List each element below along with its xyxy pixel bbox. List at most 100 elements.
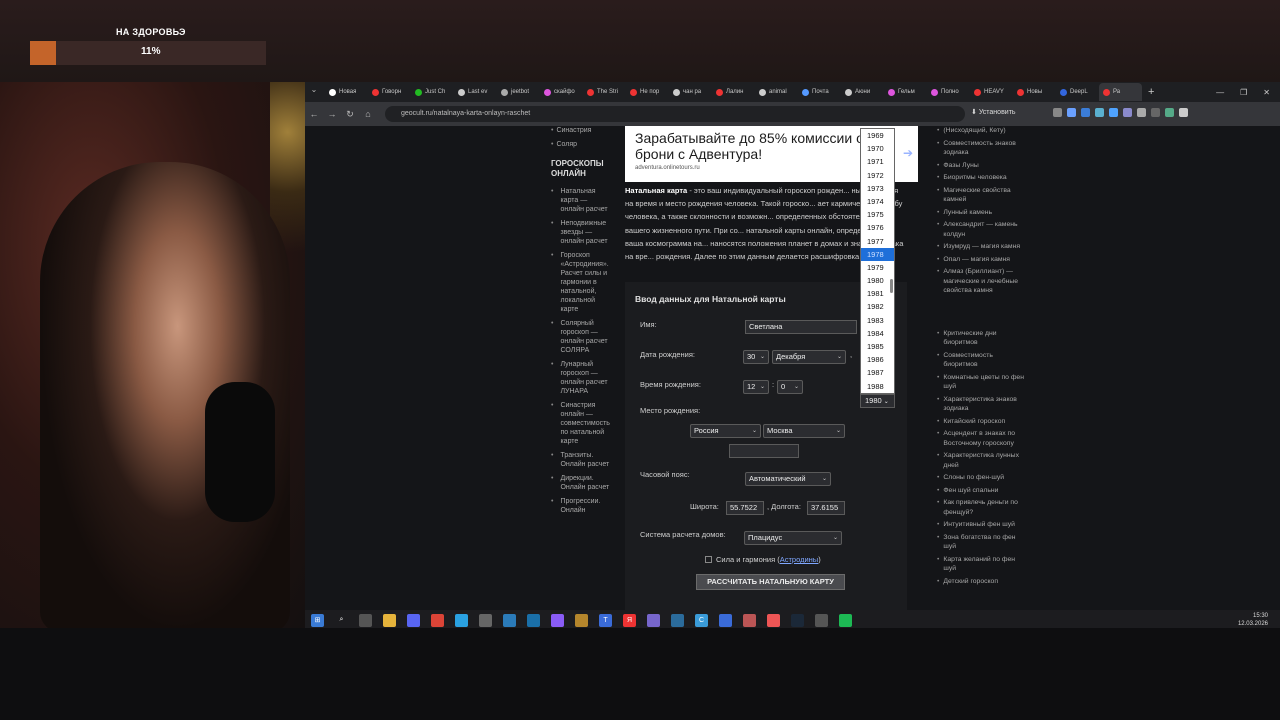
browser-tab[interactable]: Новая <box>325 83 368 101</box>
right-sidebar-link[interactable]: • Китайский гороскоп <box>937 417 1027 427</box>
right-sidebar-link[interactable]: • Характеристика знаков зодиака <box>937 395 1027 414</box>
home-icon[interactable]: ⌂ <box>359 109 377 119</box>
astrodyne-link[interactable]: Астродины <box>780 555 818 564</box>
extension-icon[interactable] <box>1137 108 1146 117</box>
month-select[interactable]: Декабря ⌄ <box>772 350 846 364</box>
browser-tab[interactable]: Не пор <box>626 83 669 101</box>
browser-tab[interactable]: Just Ch <box>411 83 454 101</box>
right-sidebar-link[interactable]: • Магические свойства камней <box>937 186 1027 205</box>
browser-tab[interactable]: Говорн <box>368 83 411 101</box>
left-sidebar-link[interactable]: • Транзиты. Онлайн расчет <box>551 451 621 469</box>
browser-tab[interactable]: Last ev <box>454 83 497 101</box>
left-sidebar-link[interactable]: • Лунарный гороскоп — онлайн расчет ЛУНАР… <box>551 360 621 396</box>
right-sidebar-link[interactable]: • Алмаз (Бриллиант) — магические и лечебн… <box>937 267 1027 296</box>
right-sidebar-link[interactable]: • Карта желаний по фен шуй <box>937 555 1027 574</box>
longitude-input[interactable]: 37.6155 <box>807 501 845 515</box>
browser-tab[interactable]: Новы <box>1013 83 1056 101</box>
right-sidebar-link[interactable]: • Зона богатства по фен шуй <box>937 533 1027 552</box>
year-option[interactable]: 1983 <box>861 314 894 327</box>
bookmark-star-icon[interactable] <box>1053 108 1062 117</box>
year-option[interactable]: 1971 <box>861 155 894 168</box>
file-explorer-icon[interactable] <box>383 613 396 627</box>
year-option[interactable]: 1977 <box>861 235 894 248</box>
left-sidebar-link[interactable]: • Прогрессии. Онлайн <box>551 497 621 515</box>
year-option[interactable]: 1982 <box>861 300 894 313</box>
extension-icon[interactable] <box>1109 108 1118 117</box>
dropdown-scrollbar[interactable] <box>890 279 893 293</box>
right-sidebar-link[interactable]: • Асцендент в знаках по Восточному гороск… <box>937 429 1027 448</box>
windows-start-icon[interactable]: ⊞ <box>311 613 324 627</box>
latitude-input[interactable]: 55.7522 <box>726 501 764 515</box>
year-option[interactable]: 1973 <box>861 182 894 195</box>
year-option[interactable]: 1978 <box>861 247 894 261</box>
browser-tab[interactable]: Почта <box>798 83 841 101</box>
right-sidebar-link[interactable]: • Характеристика лунных дней <box>937 451 1027 470</box>
year-option[interactable]: 1974 <box>861 195 894 208</box>
system-clock[interactable]: 15:30 12.03.2026 <box>1238 612 1268 628</box>
left-sidebar-link[interactable]: • Синастрия <box>551 126 621 135</box>
right-sidebar-link[interactable]: • Критические дни биоритмов <box>937 329 1027 348</box>
right-sidebar-link[interactable]: • Комнатные цветы по фен шуй <box>937 373 1027 392</box>
extension-icon[interactable] <box>1067 108 1076 117</box>
year-select[interactable]: 1980 ⌄ <box>860 394 895 408</box>
right-sidebar-link[interactable]: • Опал — магия камня <box>937 255 1027 265</box>
extension-icon[interactable] <box>1095 108 1104 117</box>
right-sidebar-link[interactable]: • Лунный камень <box>937 208 1027 218</box>
left-sidebar-link[interactable]: • Неподвижные звезды — онлайн расчет <box>551 219 621 246</box>
chrome-icon[interactable] <box>431 613 444 627</box>
timezone-select[interactable]: Автоматический ⌄ <box>745 472 831 486</box>
url-field[interactable]: geocult.ru/natalnaya-karta-onlayn-rasche… <box>385 106 965 122</box>
country-select[interactable]: Россия ⌄ <box>690 424 761 438</box>
browser-tab[interactable]: Лалин <box>712 83 755 101</box>
year-option[interactable]: 1985 <box>861 340 894 353</box>
year-option[interactable]: 1976 <box>861 221 894 234</box>
spotify-icon[interactable] <box>839 613 852 627</box>
right-sidebar-link[interactable]: • Как привлечь деньги по фенщуй? <box>937 498 1027 517</box>
back-icon[interactable]: ← <box>305 109 323 119</box>
steam-icon[interactable] <box>791 613 804 627</box>
browser-tab[interactable]: скайфо <box>540 83 583 101</box>
close-icon[interactable]: ✕ <box>1263 88 1270 97</box>
year-option[interactable]: 1987 <box>861 366 894 379</box>
houses-select[interactable]: Плацидус ⌄ <box>744 531 842 545</box>
right-sidebar-link[interactable]: • Фен шуй спальни <box>937 486 1027 496</box>
task-view-icon[interactable] <box>359 613 372 627</box>
browser-tab[interactable]: DeepL <box>1056 83 1099 101</box>
reload-icon[interactable]: ↻ <box>341 109 359 120</box>
app-icon[interactable] <box>527 613 540 627</box>
install-app-button[interactable]: ⬇ Установить <box>971 108 1016 116</box>
right-sidebar-link[interactable]: • Совместимость знаков зодиака <box>937 139 1027 158</box>
year-option[interactable]: 1975 <box>861 208 894 221</box>
day-select[interactable]: 30 ⌄ <box>743 350 769 364</box>
extension-icon[interactable] <box>1151 108 1160 117</box>
new-tab-button[interactable]: + <box>1148 86 1154 98</box>
calculate-button[interactable]: РАССЧИТАТЬ НАТАЛЬНУЮ КАРТУ <box>696 574 845 590</box>
browser-tab[interactable]: Гельм <box>884 83 927 101</box>
maximize-icon[interactable]: ❐ <box>1240 88 1247 97</box>
app-icon[interactable] <box>575 613 588 627</box>
app-icon[interactable] <box>647 613 660 627</box>
year-option[interactable]: 1972 <box>861 169 894 182</box>
app-icon[interactable]: T <box>599 613 612 627</box>
name-input[interactable]: Светлана <box>745 320 857 334</box>
browser-tab[interactable]: animal <box>755 83 798 101</box>
city-search-input[interactable] <box>729 444 799 458</box>
right-sidebar-link[interactable]: • Интуитивный фен шуй <box>937 520 1027 530</box>
browser-tab[interactable]: чан ра <box>669 83 712 101</box>
extension-icon[interactable] <box>1179 108 1188 117</box>
app-icon[interactable] <box>743 613 756 627</box>
right-sidebar-link[interactable]: • Биоритмы человека <box>937 173 1027 183</box>
app-icon[interactable] <box>671 613 684 627</box>
app-icon[interactable] <box>479 613 492 627</box>
app-icon[interactable] <box>815 613 828 627</box>
city-select[interactable]: Москва ⌄ <box>763 424 845 438</box>
tab-search-icon[interactable]: ⌄ <box>307 85 321 99</box>
minute-select[interactable]: 0 ⌄ <box>777 380 803 394</box>
browser-tab[interactable]: jeetbot <box>497 83 540 101</box>
discord-icon[interactable] <box>407 613 420 627</box>
left-sidebar-link[interactable]: • Соляр <box>551 140 621 149</box>
left-sidebar-link[interactable]: • Синастрия онлайн — совместимость по нат… <box>551 401 621 446</box>
left-sidebar-link[interactable]: • Натальная карта — онлайн расчет <box>551 187 621 214</box>
extension-icon[interactable] <box>1165 108 1174 117</box>
year-option[interactable]: 1988 <box>861 380 894 393</box>
